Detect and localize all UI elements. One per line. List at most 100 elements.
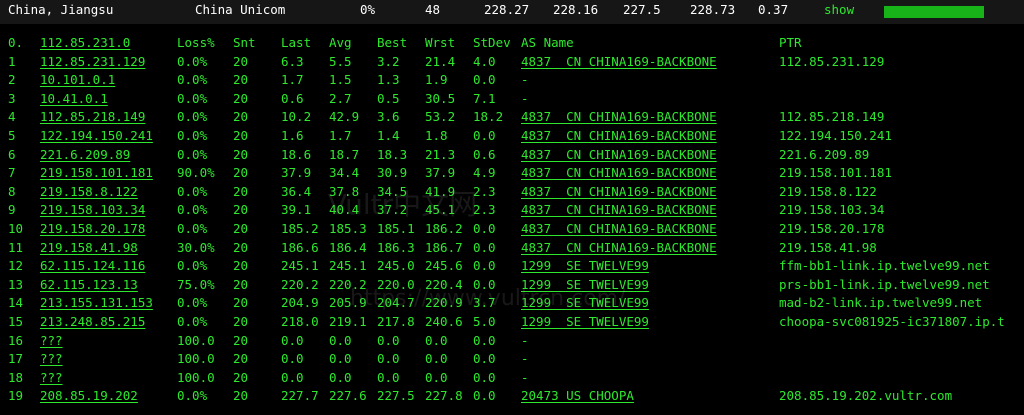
header-wrst: Wrst (425, 35, 456, 50)
hop-last: 10.2 (281, 109, 312, 125)
hop-last: 186.6 (281, 239, 319, 255)
hop-as-name[interactable]: 4837 CN CHINA169-BACKBONE (521, 221, 717, 237)
hop-best: 0.0 (377, 351, 400, 367)
hop-as-name[interactable]: 20473 US CHOOPA (521, 388, 634, 404)
hop-stdev: 0.0 (473, 332, 496, 348)
hop-avg: 42.9 (329, 109, 360, 125)
hop-ip[interactable]: ??? (40, 333, 63, 349)
hop-stdev: 0.0 (473, 127, 496, 143)
hop-ip[interactable]: 208.85.19.202 (40, 388, 138, 404)
hop-as-name[interactable]: 4837 CN CHINA169-BACKBONE (521, 147, 717, 163)
hop-ip[interactable]: 62.115.124.116 (40, 258, 145, 274)
hop-num: 7 (8, 165, 16, 181)
isp-label: China Unicom (195, 2, 286, 17)
hop-ip[interactable]: ??? (40, 351, 63, 367)
summary-bar: China, Jiangsu China Unicom 0% 48 228.27… (0, 0, 1024, 24)
hop-stdev: 0.6 (473, 146, 496, 162)
hop-as-name[interactable]: 4837 CN CHINA169-BACKBONE (521, 128, 717, 144)
hop-as-name[interactable]: 1299 SE TWELVE99 (521, 314, 649, 330)
hop-last: 0.0 (281, 351, 304, 367)
hop-ip[interactable]: 122.194.150.241 (40, 128, 153, 144)
table-row: 6 221.6.209.89 0.0% 20 18.6 18.7 18.3 21.3 0.6 48… (0, 146, 1024, 165)
hop-as-name[interactable]: 1299 SE TWELVE99 (521, 277, 649, 293)
hop-loss: 100.0 (177, 351, 215, 367)
hop-sent: 20 (233, 109, 249, 125)
hop-avg: 2.7 (329, 90, 352, 106)
hop-ip[interactable]: 219.158.101.181 (40, 165, 153, 181)
table-row: 7 219.158.101.181 90.0% 20 37.9 34.4 30.9 37.9 4… (0, 164, 1024, 183)
hop-loss: 100.0 (177, 369, 215, 385)
header-as-name: AS Name (521, 35, 574, 50)
hop-ip[interactable]: 219.158.41.98 (40, 240, 138, 256)
hop-ip[interactable]: ??? (40, 370, 63, 386)
hop-best: 0.0 (377, 332, 400, 348)
hop-as-name[interactable]: 4837 CN CHINA169-BACKBONE (521, 109, 717, 125)
hop-ptr: 219.158.41.98 (779, 239, 877, 255)
hop-as-name[interactable]: 4837 CN CHINA169-BACKBONE (521, 54, 717, 70)
hop-avg: 0.0 (329, 332, 352, 348)
hop-wrst: 220.4 (425, 276, 463, 292)
hop-last: 204.9 (281, 295, 319, 311)
hop-ip[interactable]: 10.41.0.1 (40, 91, 108, 107)
table-row: 4 112.85.218.149 0.0% 20 10.2 42.9 3.6 53.2 18.2… (0, 108, 1024, 127)
hop-ip[interactable]: 219.158.20.178 (40, 221, 145, 237)
hop-stdev: 18.2 (473, 109, 504, 125)
hop-as-name[interactable]: 4837 CN CHINA169-BACKBONE (521, 184, 717, 200)
hop-best: 185.1 (377, 220, 415, 236)
hop-wrst: 53.2 (425, 109, 456, 125)
table-row: 11 219.158.41.98 30.0% 20 186.6 186.4 186.3 186… (0, 239, 1024, 258)
hop-as-name[interactable]: 4837 CN CHINA169-BACKBONE (521, 240, 717, 256)
hop-ip[interactable]: 219.158.103.34 (40, 202, 145, 218)
hop-ip[interactable]: 112.85.231.129 (40, 54, 145, 70)
header-last: Last (281, 35, 312, 50)
hop-sent: 20 (233, 220, 249, 236)
hop-wrst: 0.0 (425, 351, 448, 367)
hop-num: 1 (8, 53, 16, 69)
hop-ptr: 219.158.8.122 (779, 183, 877, 199)
hop-sent: 20 (233, 183, 249, 199)
hop-num: 3 (8, 90, 16, 106)
hop-loss: 0.0% (177, 313, 208, 329)
hop-stdev: 5.0 (473, 313, 496, 329)
hop-as-name[interactable]: 4837 CN CHINA169-BACKBONE (521, 165, 717, 181)
hop-avg: 245.1 (329, 258, 367, 274)
hop-as-name[interactable]: 1299 SE TWELVE99 (521, 295, 649, 311)
hop-ip[interactable]: 213.155.131.153 (40, 295, 153, 311)
hop-sent: 20 (233, 53, 249, 69)
hop-wrst: 21.4 (425, 53, 456, 69)
table-row: 8 219.158.8.122 0.0% 20 36.4 37.8 34.5 41.9 2.3 4… (0, 183, 1024, 202)
hop-num: 17 (8, 351, 24, 367)
hop-ip[interactable]: 219.158.8.122 (40, 184, 138, 200)
hop-best: 3.2 (377, 53, 400, 69)
hop-stdev: 0.0 (473, 276, 496, 292)
hop-ip[interactable]: 62.115.123.13 (40, 277, 138, 293)
hop-wrst: 186.2 (425, 220, 463, 236)
header-loss: Loss% (177, 35, 215, 50)
hop-ip[interactable]: 221.6.209.89 (40, 147, 130, 163)
hop-sent: 20 (233, 351, 249, 367)
hop-stdev: 0.0 (473, 369, 496, 385)
show-link[interactable]: show (824, 2, 854, 17)
header-avg: Avg (329, 35, 352, 50)
hop-as-name[interactable]: 1299 SE TWELVE99 (521, 258, 649, 274)
hop-ptr: 112.85.218.149 (779, 109, 885, 125)
table-row: 10 219.158.20.178 0.0% 20 185.2 185.3 185.1 186… (0, 220, 1024, 239)
header-ip[interactable]: 112.85.231.0 (40, 35, 130, 51)
hop-sent: 20 (233, 369, 249, 385)
hop-num: 15 (8, 313, 24, 329)
hop-ip[interactable]: 112.85.218.149 (40, 109, 145, 125)
hop-num: 11 (8, 239, 24, 255)
hop-ptr: 208.85.19.202.vultr.com (779, 388, 953, 404)
hop-ptr: ffm-bb1-link.ip.twelve99.net (779, 258, 990, 274)
table-row: 14 213.155.131.153 0.0% 20 204.9 205.9 204.7 22… (0, 294, 1024, 313)
hop-sent: 20 (233, 146, 249, 162)
hop-sent: 20 (233, 90, 249, 106)
hop-ip[interactable]: 213.248.85.215 (40, 314, 145, 330)
hop-as-name: - (521, 90, 529, 106)
table-row: 19 208.85.19.202 0.0% 20 227.7 227.6 227.5 227.… (0, 387, 1024, 406)
hop-wrst: 1.8 (425, 127, 448, 143)
hop-loss: 0.0% (177, 220, 208, 236)
hop-as-name[interactable]: 4837 CN CHINA169-BACKBONE (521, 202, 717, 218)
table-row: 9 219.158.103.34 0.0% 20 39.1 40.4 37.2 45.1 2.3… (0, 201, 1024, 220)
hop-ip[interactable]: 10.101.0.1 (40, 72, 115, 88)
